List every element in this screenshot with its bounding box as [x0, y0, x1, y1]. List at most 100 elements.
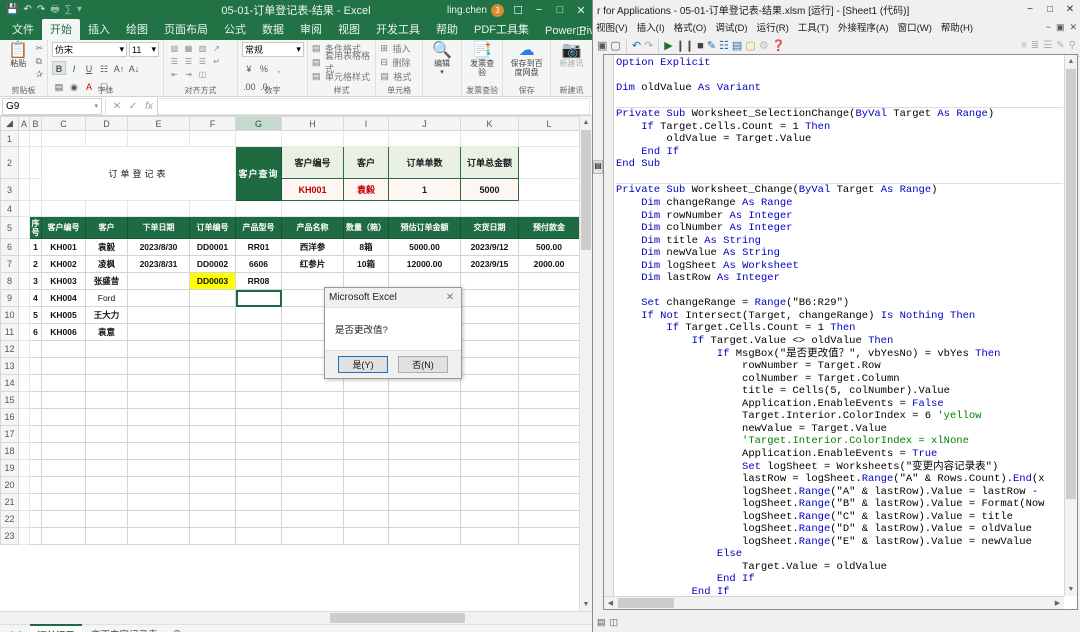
code-horizontal-scroll-thumb[interactable]: [618, 598, 674, 608]
cell[interactable]: [189, 442, 236, 460]
cell[interactable]: [18, 391, 30, 409]
column-header-D[interactable]: D: [85, 116, 128, 131]
cell[interactable]: [18, 374, 30, 392]
restore-icon[interactable]: □: [553, 4, 567, 16]
cell[interactable]: [235, 357, 282, 375]
format-cells-button[interactable]: ▤ 格式: [380, 70, 411, 82]
cell-customer-id[interactable]: KH004: [41, 289, 86, 307]
restore-pane-icon[interactable]: ▤: [593, 160, 603, 174]
row-header-11[interactable]: 11: [0, 323, 19, 341]
plus-circle-icon[interactable]: ⊕: [167, 627, 188, 632]
cell[interactable]: [189, 357, 236, 375]
cell[interactable]: [460, 493, 519, 511]
redo-icon[interactable]: ↷: [37, 5, 45, 15]
menu-window[interactable]: 窗口(W): [898, 20, 932, 34]
cell[interactable]: [85, 374, 128, 392]
cell[interactable]: [460, 391, 519, 409]
tab-home[interactable]: 开始: [42, 19, 80, 40]
cell-seq[interactable]: 4: [29, 289, 42, 307]
cell-prepayment[interactable]: 2000.00: [518, 255, 580, 273]
cell[interactable]: [29, 408, 42, 426]
cell-seq[interactable]: 5: [29, 306, 42, 324]
cell[interactable]: [518, 306, 580, 324]
cell[interactable]: [518, 146, 580, 179]
decrease-indent-icon[interactable]: ⇤: [168, 68, 181, 80]
row-header-17[interactable]: 17: [0, 425, 19, 443]
cell[interactable]: [460, 425, 519, 443]
cell[interactable]: [388, 510, 461, 528]
cell[interactable]: [41, 493, 86, 511]
scroll-down-icon[interactable]: ▼: [1065, 583, 1077, 596]
toolbox-icon[interactable]: ⚙: [759, 39, 769, 52]
cell[interactable]: [85, 357, 128, 375]
table-row[interactable]: 16: [0, 408, 580, 426]
cell-prepayment[interactable]: [518, 272, 580, 290]
ribbon-display-icon[interactable]: ☐: [511, 4, 525, 17]
cell[interactable]: [41, 130, 86, 147]
cell[interactable]: [18, 442, 30, 460]
cell[interactable]: [29, 493, 42, 511]
cell[interactable]: [518, 459, 580, 477]
comment-icon[interactable]: ✎: [1056, 40, 1064, 51]
cell[interactable]: [127, 493, 190, 511]
cell-order-date[interactable]: 2023/8/30: [127, 238, 190, 256]
cell[interactable]: [18, 255, 30, 273]
tab-pdf-tools[interactable]: PDF工具集: [466, 19, 537, 40]
save-to-netdisk-button[interactable]: ☁ 保存到百度网盘: [507, 42, 546, 77]
scroll-right-icon[interactable]: ▶: [1051, 597, 1064, 609]
cell-delivery-date[interactable]: [460, 289, 519, 307]
cell[interactable]: [127, 425, 190, 443]
table-row[interactable]: 12: [0, 340, 580, 358]
menu-debug[interactable]: 调试(D): [715, 20, 747, 34]
cell[interactable]: [127, 527, 190, 545]
cell[interactable]: [518, 178, 580, 201]
no-button[interactable]: 否(N): [398, 356, 448, 373]
table-row[interactable]: 21: [0, 493, 580, 511]
row-header-14[interactable]: 14: [0, 374, 19, 392]
select-all-corner[interactable]: ◢: [0, 116, 19, 131]
tab-developer[interactable]: 开发工具: [368, 19, 428, 40]
cell[interactable]: [343, 527, 389, 545]
table-row[interactable]: 17: [0, 425, 580, 443]
cell[interactable]: [281, 408, 344, 426]
cell[interactable]: [235, 391, 282, 409]
cell-order-no[interactable]: DD0001: [189, 238, 236, 256]
column-header-G[interactable]: G: [235, 116, 282, 131]
percent-icon[interactable]: %: [257, 61, 271, 75]
currency-icon[interactable]: ¥: [242, 61, 256, 75]
cell[interactable]: [518, 374, 580, 392]
tab-draw[interactable]: 绘图: [118, 19, 156, 40]
cell[interactable]: [127, 442, 190, 460]
table-row[interactable]: 10 5 KH005 王大力: [0, 306, 580, 324]
cell-product-name[interactable]: 红参片: [281, 255, 344, 273]
minimize-icon[interactable]: −: [1046, 22, 1051, 33]
cell[interactable]: [18, 272, 30, 290]
full-module-view-icon[interactable]: ◫: [610, 617, 619, 628]
align-center-icon[interactable]: ☰: [182, 55, 195, 67]
cell-product-model[interactable]: 6606: [235, 255, 282, 273]
cell-customer-id[interactable]: KH003: [41, 272, 86, 290]
cell[interactable]: [343, 425, 389, 443]
tab-formulas[interactable]: 公式: [216, 19, 254, 40]
table-row[interactable]: 8 3 KH003 张盛昔 DD0003 RR08: [0, 272, 580, 290]
row-header-22[interactable]: 22: [0, 510, 19, 528]
cell[interactable]: [388, 493, 461, 511]
cell[interactable]: [460, 306, 519, 324]
table-row[interactable]: 13: [0, 357, 580, 375]
row-header-6[interactable]: 6: [0, 238, 19, 256]
cell[interactable]: [18, 130, 30, 147]
cell[interactable]: [18, 200, 30, 217]
menu-view[interactable]: 视图(V): [596, 20, 628, 34]
cell[interactable]: [29, 178, 42, 201]
cell[interactable]: [189, 493, 236, 511]
italic-button[interactable]: I: [67, 61, 81, 75]
invoice-check-button[interactable]: 📑 发票查验: [467, 42, 497, 77]
horizontal-scroll-thumb[interactable]: [330, 613, 465, 623]
view-mode-icon[interactable]: ▤: [597, 617, 606, 628]
scroll-down-icon[interactable]: ▼: [580, 598, 592, 611]
cell-order-date[interactable]: 2023/8/31: [127, 255, 190, 273]
row-header-21[interactable]: 21: [0, 493, 19, 511]
cell[interactable]: [189, 391, 236, 409]
cell[interactable]: [460, 130, 519, 147]
cell[interactable]: [343, 130, 389, 147]
